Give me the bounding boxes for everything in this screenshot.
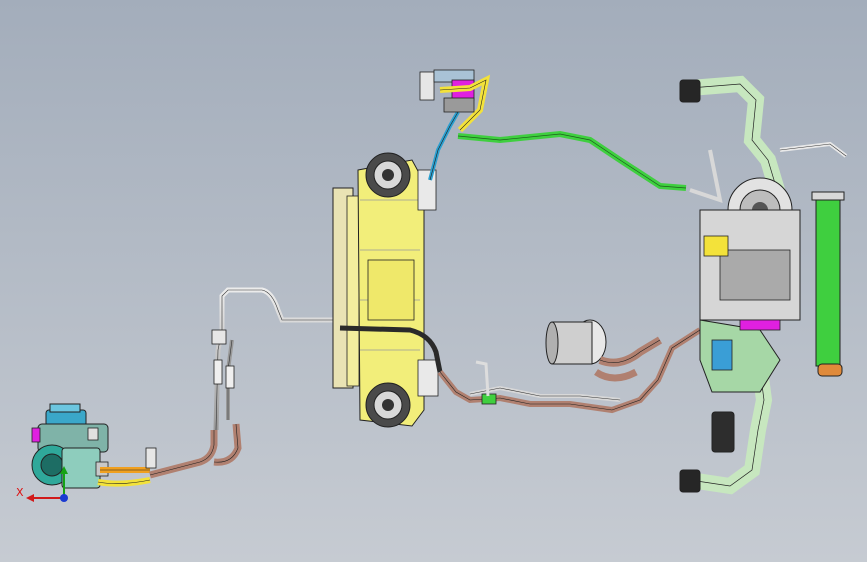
compressor-assembly xyxy=(31,403,151,489)
hvac-center-module xyxy=(332,152,439,428)
cad-model-drawing xyxy=(26,69,848,502)
hvac-right-module xyxy=(679,75,848,495)
blower-motor xyxy=(545,319,663,382)
pipe-run-left xyxy=(145,287,340,479)
cad-viewport[interactable]: X xyxy=(0,0,867,562)
x-axis-label: X xyxy=(16,486,24,499)
